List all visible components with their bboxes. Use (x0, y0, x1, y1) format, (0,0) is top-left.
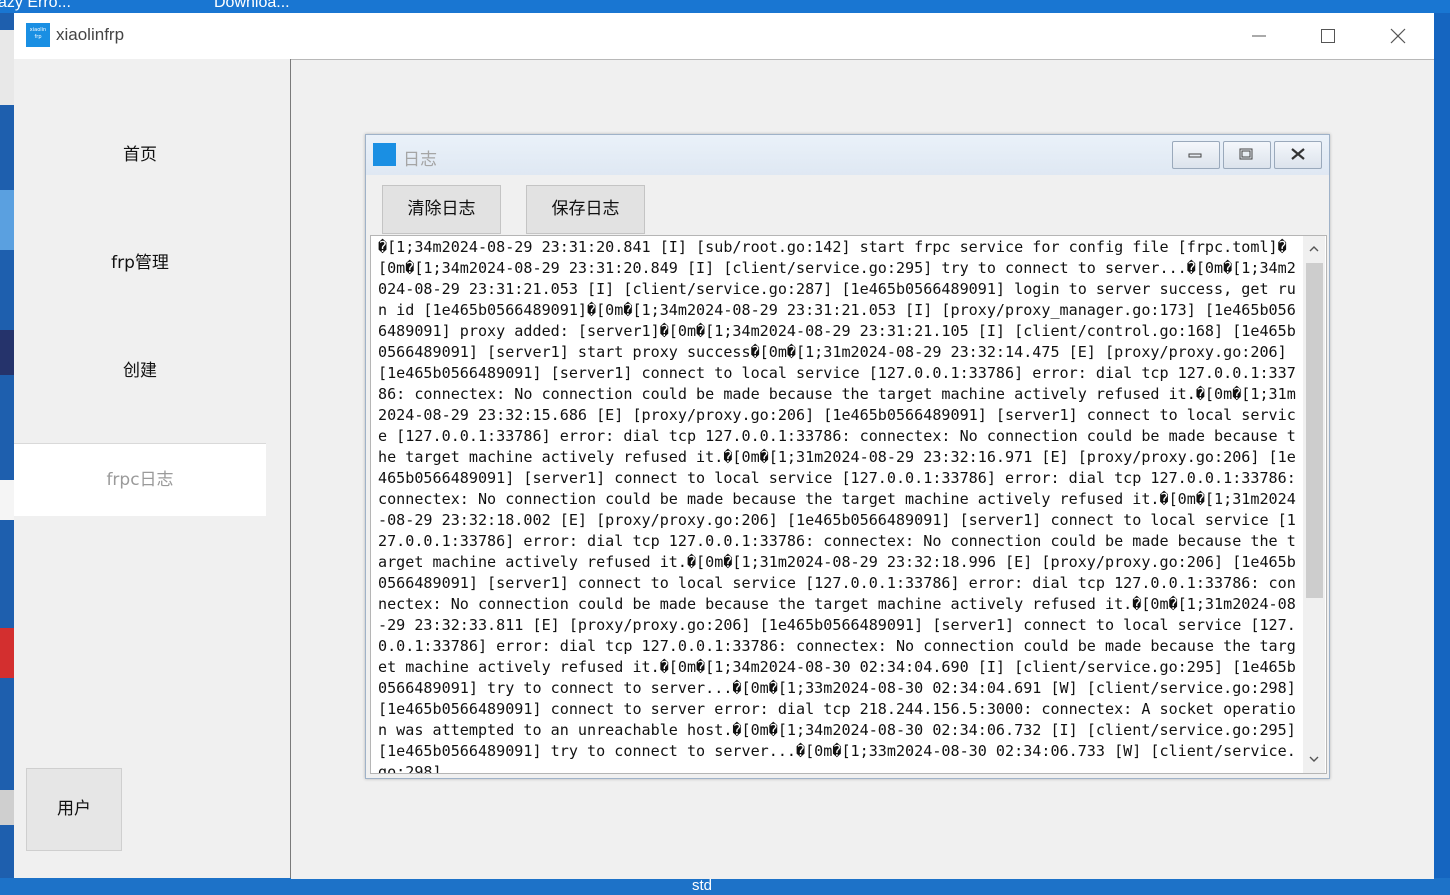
desktop-app-icon[interactable] (0, 480, 14, 520)
log-window-title: 日志 (403, 150, 437, 170)
minimize-icon (1188, 153, 1202, 158)
close-icon (1291, 148, 1305, 160)
log-close-button[interactable] (1274, 141, 1322, 169)
log-text: �[1;34m2024-08-29 23:31:20.841 [I] [sub/… (378, 238, 1305, 774)
minimize-button[interactable] (1236, 19, 1282, 53)
log-window: 日志 清除日志 保存日志 �[1;34m2024-08-29 23:31:20.… (365, 134, 1330, 779)
sidebar-item-frp-manage[interactable]: frp管理 (14, 227, 266, 299)
chevron-up-icon (1309, 246, 1319, 252)
log-window-logo-icon (373, 143, 396, 166)
desktop-app-icon[interactable] (0, 790, 14, 825)
close-button[interactable] (1375, 19, 1421, 53)
desktop-left-strip (0, 13, 14, 878)
maximize-button[interactable] (1305, 19, 1351, 53)
log-minimize-button[interactable] (1172, 141, 1220, 169)
app-logo-text: xiaolin frp (29, 27, 47, 40)
desktop-app-icon[interactable] (0, 628, 14, 678)
sidebar: 首页 frp管理 创建 frpc日志 用户 (14, 59, 290, 878)
log-textbox[interactable]: �[1;34m2024-08-29 23:31:20.841 [I] [sub/… (370, 235, 1327, 774)
log-maximize-button[interactable] (1223, 141, 1271, 169)
sidebar-item-home[interactable]: 首页 (14, 119, 266, 191)
log-window-title-bar[interactable]: 日志 (366, 135, 1329, 175)
app-title: xiaolinfrp (56, 25, 125, 44)
save-log-button[interactable]: 保存日志 (526, 185, 645, 234)
maximize-icon (1239, 148, 1253, 160)
scroll-thumb[interactable] (1306, 263, 1323, 598)
scroll-down-button[interactable] (1303, 748, 1325, 770)
desktop-right-strip (1434, 13, 1450, 878)
maximize-icon (1321, 29, 1335, 43)
desktop-app-icon[interactable] (0, 30, 14, 105)
desktop-app-icon[interactable] (0, 330, 14, 375)
close-icon (1390, 28, 1406, 44)
sidebar-item-frpc-log[interactable]: frpc日志 (14, 443, 266, 516)
taskbar (0, 878, 1450, 895)
app-logo-icon: xiaolin frp (26, 23, 50, 47)
desktop-app-icon[interactable] (0, 190, 14, 250)
vertical-scrollbar[interactable] (1303, 236, 1325, 773)
main-window: xiaolin frp xiaolinfrp 首页 frp管理 创建 frpc日… (14, 13, 1434, 879)
clear-log-button[interactable]: 清除日志 (382, 185, 501, 234)
scroll-up-button[interactable] (1303, 238, 1325, 260)
minimize-icon (1252, 35, 1266, 37)
user-button[interactable]: 用户 (26, 768, 122, 851)
desktop-label-left[interactable]: azy Erro... (0, 0, 71, 12)
desktop-label-right[interactable]: Downloa... (214, 0, 290, 12)
chevron-down-icon (1309, 756, 1319, 762)
taskbar-label[interactable]: std (692, 877, 712, 894)
title-bar: xiaolin frp xiaolinfrp (14, 13, 1434, 59)
sidebar-item-create[interactable]: 创建 (14, 335, 266, 407)
